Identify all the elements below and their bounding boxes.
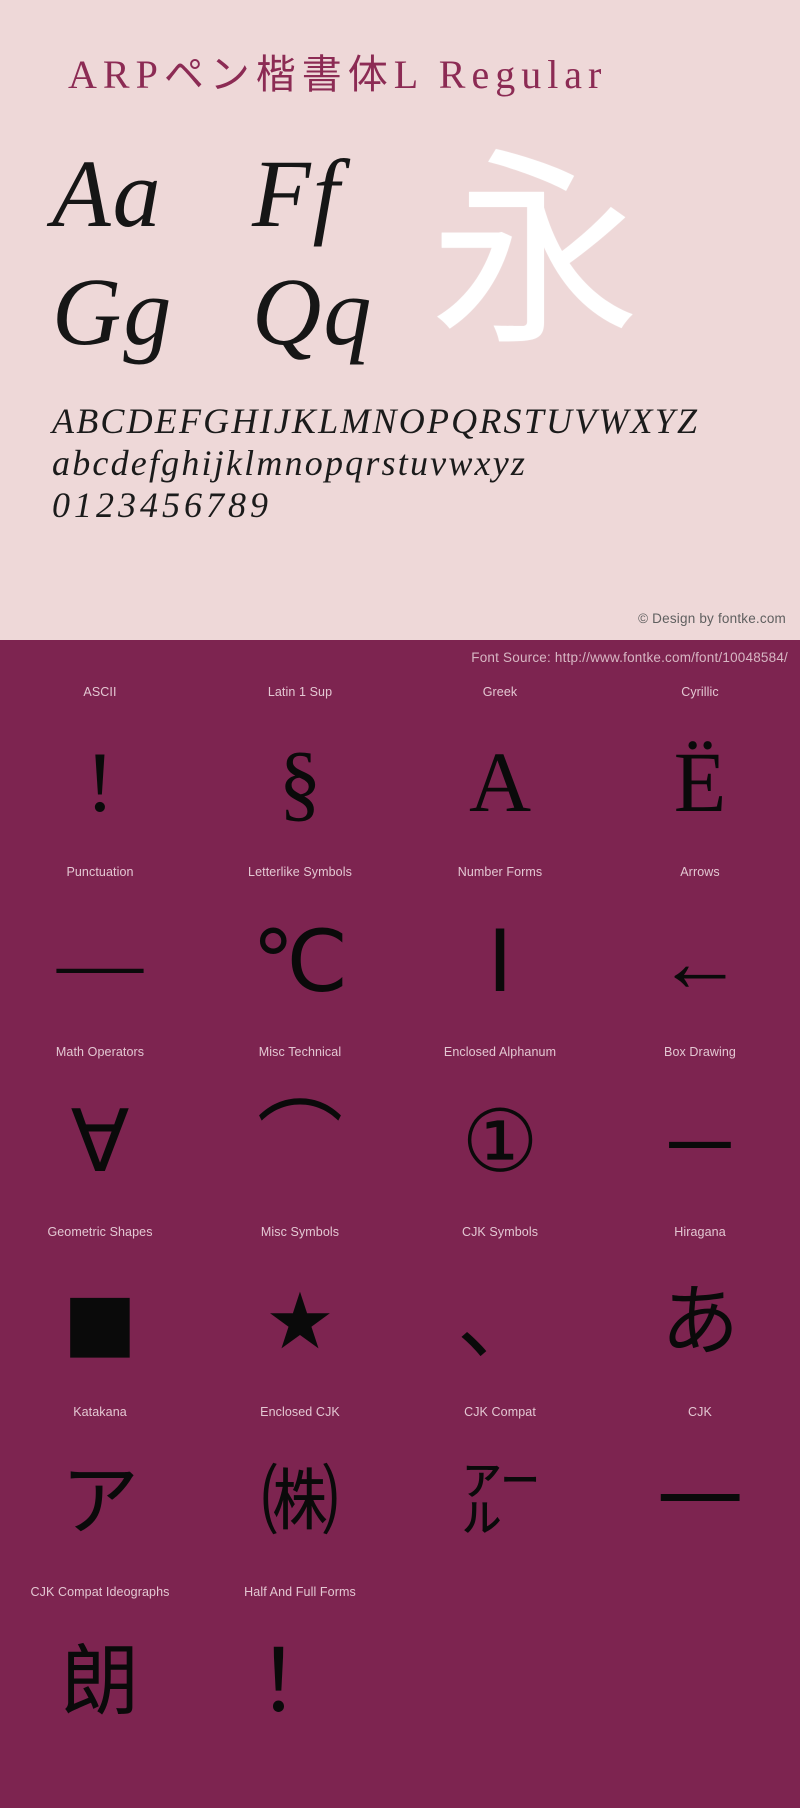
unicode-block-label: Misc Technical — [258, 1045, 342, 1059]
kanji-showcase-glyph: 永 — [429, 130, 640, 375]
unicode-block-glyph: ① — [461, 1094, 539, 1190]
large-letter-row: Aa Ff — [52, 138, 452, 256]
unicode-blocks-grid: ASCII! Latin 1 Sup § Greek Α Cyrillic Ё Punctua… — [0, 682, 800, 1762]
unicode-block-cell: Punctuation — — [0, 862, 200, 1042]
unicode-block-label: Half And Full Forms — [244, 1585, 356, 1599]
unicode-block-label: Punctuation — [66, 865, 134, 879]
unicode-block-cell: Enclosed Alphanum ① — [400, 1042, 600, 1222]
unicode-block-glyph: ⌒ — [257, 1094, 343, 1190]
unicode-block-label: Letterlike Symbols — [248, 865, 352, 879]
unicode-block-label: Hiragana — [674, 1225, 726, 1239]
unicode-block-cell: Box Drawing ─ — [600, 1042, 800, 1222]
unicode-block-label: Cyrillic — [681, 685, 719, 699]
unicode-block-glyph: ─ — [669, 1094, 731, 1190]
unicode-block-cell: Katakana ア — [0, 1402, 200, 1582]
unicode-block-label: CJK — [688, 1405, 712, 1419]
unicode-block-glyph: ア — [60, 1457, 139, 1547]
unicode-block-glyph: 一 — [657, 1454, 743, 1550]
unicode-blocks-panel: Font Source: http://www.fontke.com/font/… — [0, 640, 800, 1808]
unicode-block-cell: Greek Α — [400, 682, 600, 862]
unicode-block-glyph: Ё — [673, 734, 727, 830]
large-letter-pair-Aa: Aa — [52, 140, 163, 247]
unicode-block-glyph: 朗 — [60, 1637, 139, 1727]
unicode-block-glyph: ← — [657, 914, 743, 1010]
design-credit: © Design by fontke.com — [638, 611, 786, 626]
unicode-block-cell: ASCII! — [0, 682, 200, 862]
unicode-block-glyph: § — [278, 734, 322, 830]
unicode-block-glyph: ℃ — [251, 914, 349, 1010]
unicode-block-cell: Letterlike Symbols ℃ — [200, 862, 400, 1042]
unicode-block-cell: CJK Compat ㌃ — [400, 1402, 600, 1582]
unicode-block-glyph: ! — [85, 734, 115, 830]
large-letter-pair-Ff: Ff — [252, 140, 342, 247]
unicode-block-label: Misc Symbols — [260, 1225, 340, 1239]
unicode-block-cell: Misc Symbols ★ — [200, 1222, 400, 1402]
unicode-block-label: Greek — [482, 685, 518, 699]
large-letter-pair-Qq: Qq — [252, 258, 374, 365]
unicode-block-label: CJK Compat — [464, 1405, 536, 1419]
unicode-block-glyph: — — [57, 914, 143, 1010]
unicode-block-glyph: Α — [468, 734, 532, 830]
unicode-block-glyph: Ⅰ — [487, 914, 513, 1010]
alphabet-uppercase-line: ABCDEFGHIJKLMNOPQRSTUVWXYZ — [52, 401, 700, 441]
unicode-block-cell: Math Operators ∀ — [0, 1042, 200, 1222]
unicode-block-cell: Geometric Shapes ■ — [0, 1222, 200, 1402]
unicode-block-cell: CJK 一 — [600, 1402, 800, 1582]
font-specimen-panel: ARPペン楷書体L Regular Aa Ff Gg Qq 永 ABCDEFGH… — [0, 0, 800, 640]
unicode-block-label: Arrows — [680, 865, 720, 879]
unicode-block-label: ASCII — [83, 685, 117, 699]
unicode-block-label: Geometric Shapes — [47, 1225, 153, 1239]
alphabet-lowercase-line: abcdefghijklmnopqrstuvwxyz — [52, 443, 528, 483]
unicode-block-label: Number Forms — [457, 865, 543, 879]
font-source-link[interactable]: Font Source: http://www.fontke.com/font/… — [471, 650, 788, 665]
large-letter-pair-Gg: Gg — [52, 258, 174, 365]
unicode-block-label: CJK Symbols — [461, 1225, 539, 1239]
unicode-block-cell: Number Forms Ⅰ — [400, 862, 600, 1042]
unicode-block-glyph: ㈱ — [260, 1457, 339, 1547]
unicode-block-cell: Hiragana あ — [600, 1222, 800, 1402]
unicode-block-glyph: ∀ — [70, 1094, 130, 1190]
font-title: ARPペン楷書体L Regular — [68, 52, 608, 97]
large-letter-samples: Aa Ff Gg Qq — [52, 138, 452, 374]
unicode-block-glyph: ★ — [265, 1277, 335, 1367]
alphabet-samples: ABCDEFGHIJKLMNOPQRSTUVWXYZ abcdefghijklm… — [52, 400, 699, 526]
unicode-block-cell: Half And Full Forms ！ — [200, 1582, 400, 1762]
unicode-block-glyph: ■ — [63, 1277, 137, 1367]
unicode-block-cell: Arrows ← — [600, 862, 800, 1042]
unicode-block-cell: Latin 1 Sup § — [200, 682, 400, 862]
unicode-block-cell: CJK Compat Ideographs 朗 — [0, 1582, 200, 1762]
unicode-block-label: Latin 1 Sup — [267, 685, 333, 699]
unicode-block-cell: CJK Symbols 、 — [400, 1222, 600, 1402]
unicode-block-label: Math Operators — [55, 1045, 145, 1059]
unicode-block-glyph: ㌃ — [460, 1457, 539, 1547]
unicode-block-label: CJK Compat Ideographs — [30, 1585, 170, 1599]
unicode-block-cell: Enclosed CJK ㈱ — [200, 1402, 400, 1582]
unicode-block-cell: Cyrillic Ё — [600, 682, 800, 862]
large-letter-row: Gg Qq — [52, 256, 452, 374]
unicode-block-glyph: ！ — [257, 1634, 343, 1730]
unicode-block-glyph: あ — [660, 1277, 739, 1367]
unicode-block-label: Enclosed Alphanum — [443, 1045, 557, 1059]
unicode-block-label: Katakana — [73, 1405, 127, 1419]
unicode-block-cell: Misc Technical ⌒ — [200, 1042, 400, 1222]
unicode-block-label: Enclosed CJK — [260, 1405, 340, 1419]
unicode-block-label: Box Drawing — [664, 1045, 736, 1059]
unicode-block-glyph: 、 — [457, 1274, 543, 1370]
digits-line: 0123456789 — [52, 485, 272, 525]
